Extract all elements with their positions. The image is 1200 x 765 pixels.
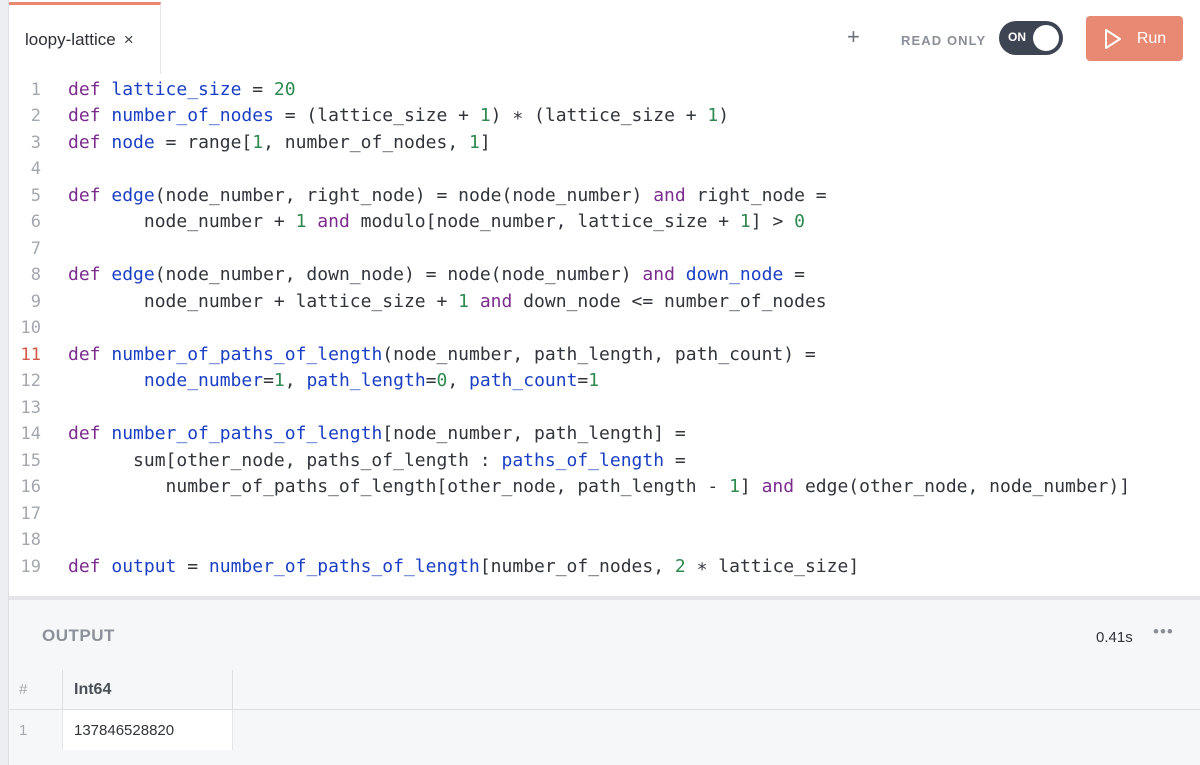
header-divider <box>233 709 1200 710</box>
line-number: 16 <box>20 477 41 497</box>
execution-time: 0.41s <box>1096 629 1133 646</box>
table-cell[interactable]: 137846528820 <box>63 710 233 750</box>
line-number: 12 <box>20 371 41 391</box>
code-line: 4 <box>9 156 1200 182</box>
row-index: 1 <box>9 710 63 750</box>
play-icon <box>1104 28 1121 49</box>
add-icon[interactable]: + <box>847 24 860 50</box>
line-number: 2 <box>30 106 41 126</box>
code-line: 17 <box>9 501 1200 527</box>
code-line: 6 node_number + 1 and modulo[node_number… <box>9 209 1200 235</box>
tab-label: loopy-lattice <box>25 29 116 49</box>
code-line: 13 <box>9 395 1200 421</box>
line-number: 14 <box>20 424 41 444</box>
code-line: 5 def edge(node_number, right_node) = nod… <box>9 183 1200 209</box>
run-label: Run <box>1136 29 1167 47</box>
notebook-window: loopy-lattice × + READ ONLY ON Run 1 def … <box>8 0 1200 765</box>
code-text: def output = number_of_paths_of_length[n… <box>68 556 860 577</box>
line-number: 6 <box>30 212 41 232</box>
line-number: 8 <box>30 265 41 285</box>
line-number: 9 <box>30 292 41 312</box>
code-text: def number_of_paths_of_length[node_numbe… <box>68 423 686 444</box>
line-number: 17 <box>20 504 41 524</box>
code-text: sum[other_node, paths_of_length : paths_… <box>68 450 686 471</box>
tab-loopy-lattice[interactable]: loopy-lattice × <box>9 2 161 74</box>
read-only-label: READ ONLY <box>901 33 987 48</box>
code-line: 16 number_of_paths_of_length[other_node,… <box>9 474 1200 500</box>
code-text: def node = range[1, number_of_nodes, 1] <box>68 132 491 153</box>
close-icon[interactable]: × <box>124 30 134 50</box>
code-text: def number_of_nodes = (lattice_size + 1)… <box>68 105 730 126</box>
column-header-index: # <box>9 670 63 710</box>
line-number: 18 <box>20 530 41 550</box>
code-text: def edge(node_number, down_node) = node(… <box>68 264 805 285</box>
code-line: 2 def number_of_nodes = (lattice_size + 1… <box>9 103 1200 129</box>
code-line: 12 node_number=1, path_length=0, path_co… <box>9 368 1200 394</box>
code-text: node_number + 1 and modulo[node_number, … <box>68 211 805 232</box>
code-line: 14 def number_of_paths_of_length[node_num… <box>9 421 1200 447</box>
code-line: 3 def node = range[1, number_of_nodes, 1] <box>9 130 1200 156</box>
run-button[interactable]: Run <box>1086 16 1183 61</box>
code-text: node_number + lattice_size + 1 and down_… <box>68 291 827 312</box>
output-title: OUTPUT <box>42 626 115 645</box>
line-number: 5 <box>30 186 41 206</box>
more-options-icon[interactable]: ••• <box>1153 622 1174 642</box>
line-number: 3 <box>30 133 41 153</box>
code-line: 15 sum[other_node, paths_of_length : pat… <box>9 448 1200 474</box>
code-line: 1 def lattice_size = 20 <box>9 77 1200 103</box>
line-number: 19 <box>20 557 41 577</box>
column-header-int64[interactable]: Int64 <box>63 670 233 710</box>
line-number: 7 <box>30 239 41 259</box>
line-number: 13 <box>20 398 41 418</box>
line-number: 11 <box>20 345 41 365</box>
output-panel: OUTPUT 0.41s ••• # Int64 1 137846528820 <box>9 596 1200 765</box>
line-number: 4 <box>30 159 41 179</box>
code-line: 8 def edge(node_number, down_node) = node… <box>9 262 1200 288</box>
code-text: def edge(node_number, right_node) = node… <box>68 185 827 206</box>
code-line: 18 <box>9 527 1200 553</box>
read-only-toggle[interactable]: ON <box>999 21 1063 55</box>
code-text: node_number=1, path_length=0, path_count… <box>143 370 600 391</box>
header-bar: loopy-lattice × + READ ONLY ON Run <box>9 0 1200 74</box>
line-number: 15 <box>20 451 41 471</box>
toggle-state: ON <box>1008 30 1026 44</box>
line-number: 1 <box>30 80 41 100</box>
code-line: 7 <box>9 236 1200 262</box>
toggle-knob <box>1033 25 1059 51</box>
code-text: def number_of_paths_of_length(node_numbe… <box>68 344 816 365</box>
code-line-active: 11 def number_of_paths_of_length(node_num… <box>9 342 1200 368</box>
code-text: number_of_paths_of_length[other_node, pa… <box>68 476 1131 497</box>
line-number: 10 <box>20 318 41 338</box>
code-line: 10 <box>9 315 1200 341</box>
code-text: def lattice_size = 20 <box>68 79 296 100</box>
code-line: 19 def output = number_of_paths_of_length… <box>9 554 1200 580</box>
code-line: 9 node_number + lattice_size + 1 and dow… <box>9 289 1200 315</box>
code-editor[interactable]: 1 def lattice_size = 20 2 def number_of_no… <box>9 74 1200 596</box>
